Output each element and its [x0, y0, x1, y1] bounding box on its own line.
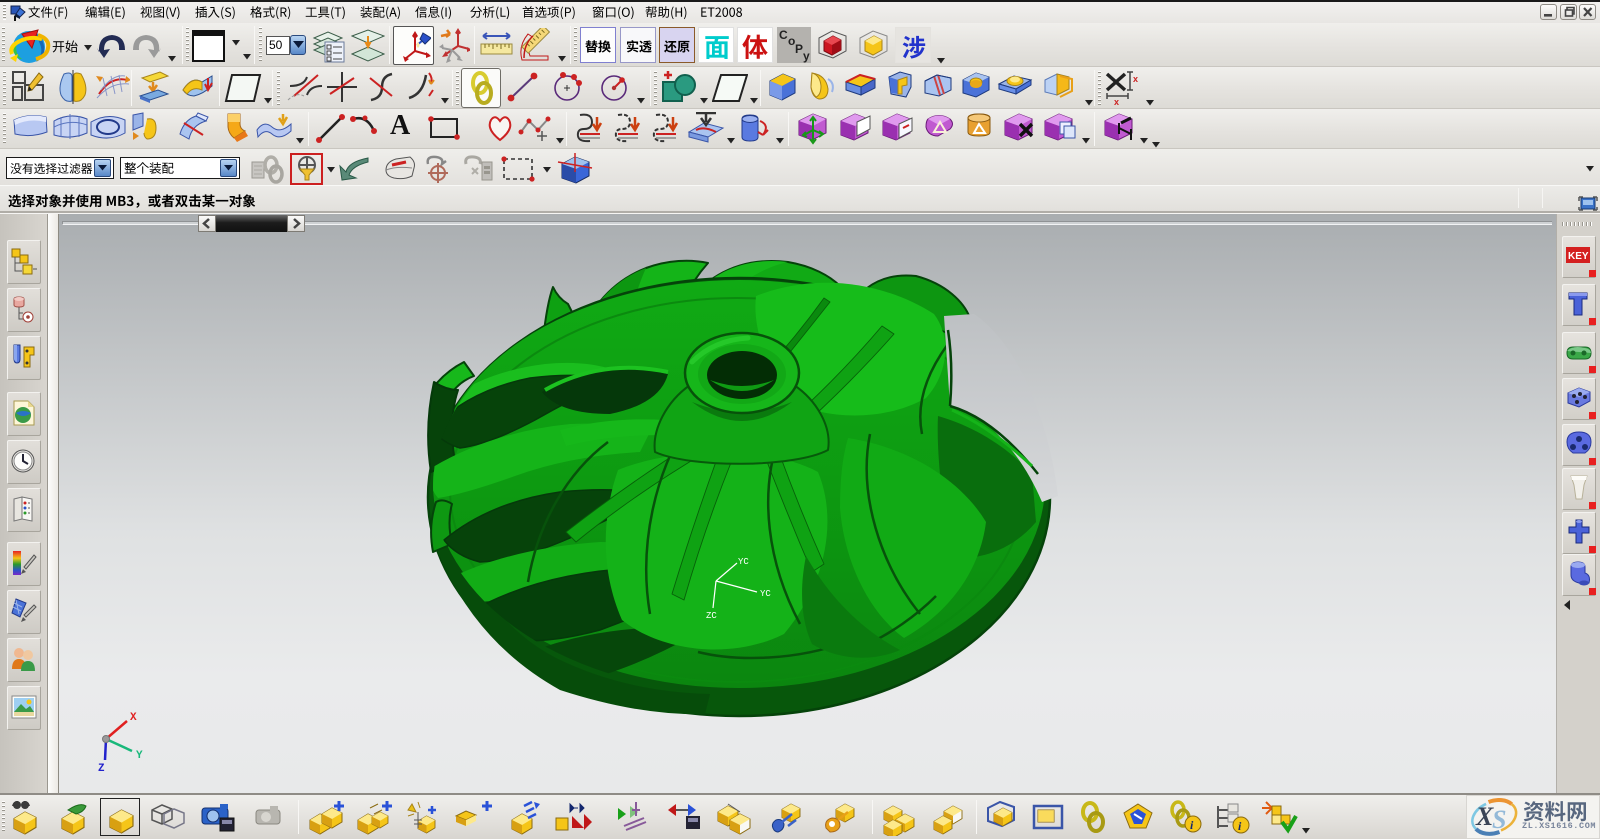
- svg-text:P: P: [795, 42, 803, 56]
- svg-text:x: x: [1133, 74, 1138, 84]
- svg-text:x: x: [1114, 97, 1119, 106]
- svg-text:S: S: [1492, 805, 1506, 834]
- svg-text:y: y: [803, 49, 810, 63]
- svg-text:KEY: KEY: [1568, 251, 1589, 262]
- svg-text:YC: YC: [738, 557, 749, 567]
- svg-text:C: C: [779, 28, 788, 42]
- svg-text:X: X: [130, 712, 137, 724]
- svg-text:YC: YC: [760, 589, 771, 599]
- svg-text:Z: Z: [98, 763, 105, 775]
- svg-text:ZC: ZC: [706, 611, 717, 621]
- svg-text:Y: Y: [136, 750, 143, 762]
